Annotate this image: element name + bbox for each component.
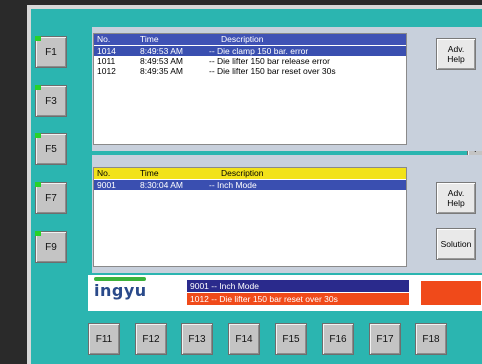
alarm-description: -- Die lifter 150 bar release error [209,56,330,66]
screen-background: F1 F3 F5 F7 F9 F F F F F No. Time Descri… [31,9,482,364]
message-table: No. Time Description 9001 8:30:04 AM -- … [93,167,407,267]
message-row[interactable]: 9001 8:30:04 AM -- Inch Mode [94,180,406,190]
current-alarm-line: 1012 -- Die lifter 150 bar reset over 30… [187,293,409,305]
f16-key[interactable]: F16 [322,323,354,355]
f18-key[interactable]: F18 [415,323,447,355]
current-message-line: 9001 -- Inch Mode [187,280,409,292]
header-no: No. [97,34,111,44]
f11-key[interactable]: F11 [88,323,120,355]
message-panel: No. Time Description 9001 8:30:04 AM -- … [92,155,482,273]
key-led-icon [35,133,41,138]
alarm-row[interactable]: 1012 8:49:35 AM -- Die lifter 150 bar re… [94,66,406,76]
f15-key[interactable]: F15 [275,323,307,355]
alarm-description: -- Die lifter 150 bar reset over 30s [209,66,336,76]
key-led-icon [35,182,41,187]
alarm-no: 1014 [97,46,116,56]
alarm-description: -- Die clamp 150 bar. error [209,46,309,56]
f9-key[interactable]: F9 [35,231,67,263]
message-adv-help-button[interactable]: Adv. Help [436,182,476,214]
message-no: 9001 [97,180,116,190]
alarm-time: 8:49:53 AM [140,46,184,56]
header-time: Time [140,34,159,44]
alarm-no: 1011 [97,56,116,66]
header-description: Description [221,168,264,178]
message-time: 8:30:04 AM [140,180,184,190]
alarm-time: 8:49:53 AM [140,56,184,66]
alarm-adv-help-button[interactable]: Adv. Help [436,38,476,70]
header-time: Time [140,168,159,178]
header-no: No. [97,168,111,178]
f5-key[interactable]: F5 [35,133,67,165]
f3-key[interactable]: F3 [35,85,67,117]
company-logo: ingyu [94,281,147,300]
hmi-screen: F1 F3 F5 F7 F9 F F F F F No. Time Descri… [27,5,482,364]
f13-key[interactable]: F13 [181,323,213,355]
f12-key[interactable]: F12 [135,323,167,355]
key-led-icon [35,231,41,236]
alarm-row[interactable]: 1014 8:49:53 AM -- Die clamp 150 bar. er… [94,46,406,56]
message-table-header: No. Time Description [94,168,406,179]
alarm-table: No. Time Description 1014 8:49:53 AM -- … [93,33,407,145]
message-description: -- Inch Mode [209,180,257,190]
f14-key[interactable]: F14 [228,323,260,355]
f7-key[interactable]: F7 [35,182,67,214]
header-description: Description [221,34,264,44]
f17-key[interactable]: F17 [369,323,401,355]
alarm-time: 8:49:35 AM [140,66,184,76]
alarm-panel: No. Time Description 1014 8:49:53 AM -- … [92,27,482,151]
alarm-row[interactable]: 1011 8:49:53 AM -- Die lifter 150 bar re… [94,56,406,66]
f1-key[interactable]: F1 [35,36,67,68]
solution-button[interactable]: Solution [436,228,476,260]
alarm-indicator [421,281,481,305]
key-led-icon [35,85,41,90]
status-bar: ingyu 9001 -- Inch Mode 1012 -- Die lift… [88,275,482,311]
alarm-no: 1012 [97,66,116,76]
key-led-icon [35,36,41,41]
alarm-table-header: No. Time Description [94,34,406,45]
